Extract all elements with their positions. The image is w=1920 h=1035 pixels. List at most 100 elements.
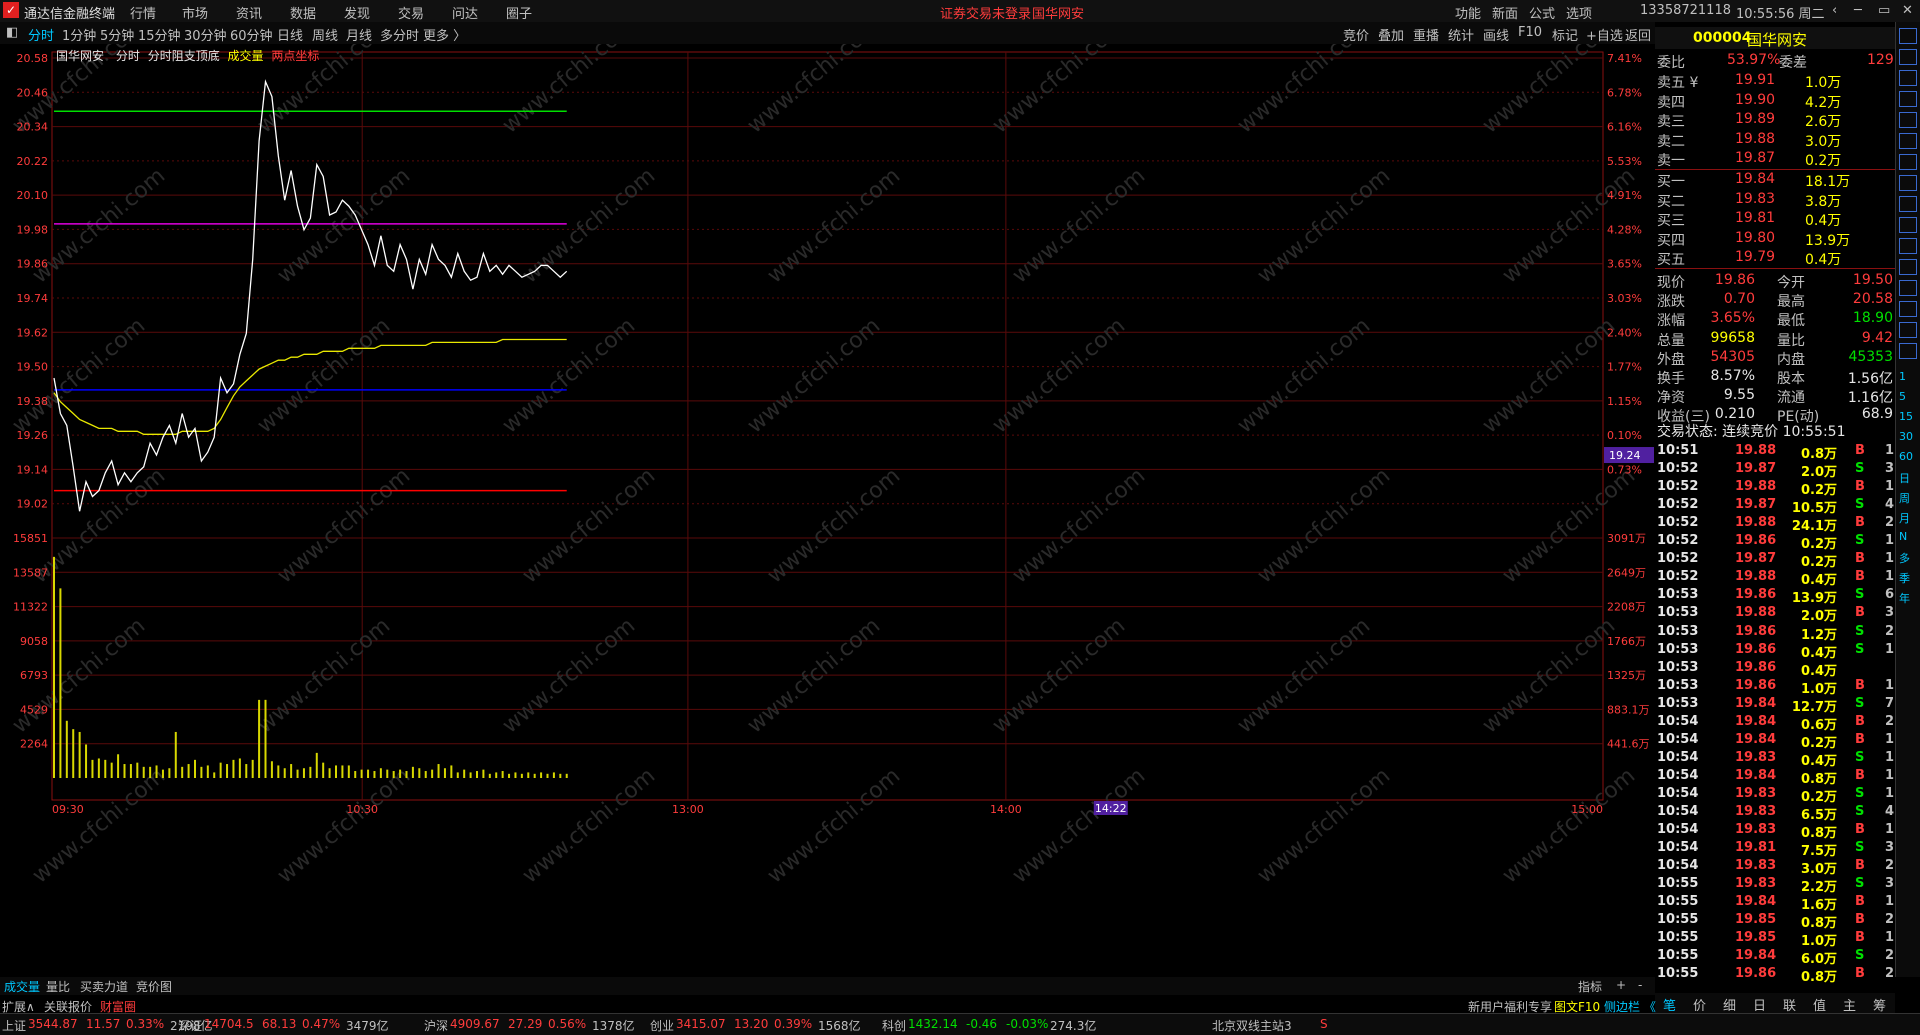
caifu-button[interactable]: 财富圈 xyxy=(100,998,136,1015)
menu-shichang[interactable]: 市场 xyxy=(182,3,208,22)
panel-tab[interactable]: 笔 xyxy=(1663,995,1676,1014)
tool-f10[interactable]: F10 xyxy=(1518,25,1542,40)
period-day[interactable]: 日线 xyxy=(277,25,303,44)
index-name[interactable]: 上证 xyxy=(2,1017,26,1034)
arrow-up-icon[interactable] xyxy=(1899,28,1917,44)
period-1min[interactable]: 1分钟 xyxy=(62,25,96,44)
list-icon[interactable] xyxy=(1899,91,1917,107)
index-name[interactable]: 创业 xyxy=(650,1017,674,1034)
menu-banmian[interactable]: 新面 xyxy=(1492,3,1518,22)
period-shortcut[interactable]: 日 xyxy=(1899,470,1910,486)
period-shortcut[interactable]: 月 xyxy=(1899,510,1910,526)
period-shortcut[interactable]: 季 xyxy=(1899,570,1910,586)
kline-icon[interactable] xyxy=(1899,301,1917,317)
menu-gongshi[interactable]: 公式 xyxy=(1529,3,1555,22)
period-60min[interactable]: 60分钟 xyxy=(230,25,273,44)
index-name[interactable]: 科创 xyxy=(882,1017,906,1034)
tool-chongbo[interactable]: 重播 xyxy=(1413,25,1439,44)
period-shortcut[interactable]: 5 xyxy=(1899,390,1906,403)
f10-button[interactable]: 图文F10 xyxy=(1554,998,1600,1015)
sidebar-toggle[interactable]: 侧边栏 《 xyxy=(1604,998,1656,1015)
bar-icon[interactable] xyxy=(1899,133,1917,149)
indicator-button[interactable]: 指标 xyxy=(1578,978,1602,995)
chart-icon[interactable] xyxy=(1899,112,1917,128)
back-icon[interactable]: ‹ xyxy=(1832,3,1837,18)
server-name[interactable]: 北京双线主站3 xyxy=(1212,1017,1292,1034)
panel-tab[interactable]: 值 xyxy=(1813,995,1826,1014)
panel-tab[interactable]: 主 xyxy=(1843,995,1856,1014)
tool-tongji[interactable]: 统计 xyxy=(1448,25,1474,44)
intraday-chart[interactable]: www.cfchi.com www.cfchi.com www.cfchi.com w… xyxy=(0,44,1655,976)
minimize-icon[interactable]: ─ xyxy=(1854,3,1862,18)
close-icon[interactable]: ✕ xyxy=(1902,3,1913,18)
tab-jingjia[interactable]: 竞价图 xyxy=(136,978,172,995)
period-shortcut[interactable]: 年 xyxy=(1899,590,1910,606)
tool-biaoji[interactable]: 标记 xyxy=(1552,25,1578,44)
line-icon[interactable] xyxy=(1899,280,1917,296)
panel-tab[interactable]: 细 xyxy=(1723,995,1736,1014)
period-multi[interactable]: 多分时 xyxy=(380,25,419,44)
chart-tab-fenshi[interactable]: 分时 xyxy=(116,49,140,63)
collapse-icon[interactable]: ◧ xyxy=(6,25,18,40)
panel-tab[interactable]: 联 xyxy=(1783,995,1796,1014)
period-shortcut[interactable]: 15 xyxy=(1899,410,1913,423)
period-more[interactable]: 更多 〉 xyxy=(423,25,466,44)
period-15min[interactable]: 15分钟 xyxy=(138,25,181,44)
tool-fanhui[interactable]: 返回 xyxy=(1625,25,1651,44)
chart-tab-zhizhi[interactable]: 分时阻支顶底 xyxy=(148,49,220,63)
zoom-in-button[interactable]: + xyxy=(1616,978,1626,992)
menu-zixun[interactable]: 资讯 xyxy=(236,3,262,22)
menu-shuju[interactable]: 数据 xyxy=(290,3,316,22)
zoom-out-button[interactable]: - xyxy=(1638,978,1642,992)
login-status[interactable]: 证券交易未登录 xyxy=(940,3,1031,22)
period-shortcut[interactable]: 1 xyxy=(1899,370,1906,383)
period-shortcut[interactable]: 周 xyxy=(1899,490,1910,506)
menu-gongneng[interactable]: 功能 xyxy=(1455,3,1481,22)
arrow-down-icon[interactable] xyxy=(1899,49,1917,65)
expand-button[interactable]: 扩展∧ xyxy=(2,998,35,1015)
period-shortcut[interactable]: N xyxy=(1899,530,1907,543)
table-icon[interactable] xyxy=(1899,154,1917,170)
tab-maimai[interactable]: 买卖力道 xyxy=(80,978,128,995)
index-name[interactable]: 深证 xyxy=(178,1017,202,1034)
tab-volume[interactable]: 成交量 xyxy=(4,978,40,995)
panel-tab[interactable]: 价 xyxy=(1693,995,1706,1014)
chart-tab-liangdian[interactable]: 两点坐标 xyxy=(271,49,319,63)
news-icon[interactable] xyxy=(1899,259,1917,275)
f10-icon[interactable] xyxy=(1899,175,1917,191)
related-quote-button[interactable]: 关联报价 xyxy=(44,998,92,1015)
period-month[interactable]: 月线 xyxy=(346,25,372,44)
period-30min[interactable]: 30分钟 xyxy=(184,25,227,44)
tool-zixuan[interactable]: +自选 xyxy=(1586,25,1623,44)
panel-tab[interactable]: 日 xyxy=(1753,995,1766,1014)
period-shortcut[interactable]: 多 xyxy=(1899,550,1910,566)
tick-price: 19.84 xyxy=(1735,713,1777,729)
index-name[interactable]: 沪深 xyxy=(424,1017,448,1034)
menu-hangqing[interactable]: 行情 xyxy=(130,3,156,22)
period-fenshi[interactable]: 分时 xyxy=(28,25,54,44)
tab-liangbi[interactable]: 量比 xyxy=(46,978,70,995)
doc-icon[interactable] xyxy=(1899,238,1917,254)
pct-icon[interactable] xyxy=(1899,322,1917,338)
menu-wenda[interactable]: 问达 xyxy=(452,3,478,22)
panel-tab[interactable]: 筹 xyxy=(1873,995,1886,1014)
menu-quanzi[interactable]: 圈子 xyxy=(506,3,532,22)
info-icon[interactable] xyxy=(1899,196,1917,212)
tool-diejia[interactable]: 叠加 xyxy=(1378,25,1404,44)
menu-xuanxiang[interactable]: 选项 xyxy=(1566,3,1592,22)
menu-faxian[interactable]: 发现 xyxy=(344,3,370,22)
period-shortcut[interactable]: 60 xyxy=(1899,450,1913,463)
chart-tab-volume[interactable]: 成交量 xyxy=(228,49,264,63)
tool-huaxian[interactable]: 画线 xyxy=(1483,25,1509,44)
menu-jiaoyi[interactable]: 交易 xyxy=(398,3,424,22)
input-method-icon[interactable]: S xyxy=(1320,1017,1328,1031)
pen-icon[interactable] xyxy=(1899,343,1917,359)
maximize-icon[interactable]: ▭ xyxy=(1878,3,1890,18)
period-week[interactable]: 周线 xyxy=(312,25,338,44)
news-banner[interactable]: 新用户福利专享 xyxy=(1468,998,1552,1015)
period-5min[interactable]: 5分钟 xyxy=(100,25,134,44)
grid-icon[interactable] xyxy=(1899,70,1917,86)
tool-jingjia[interactable]: 竞价 xyxy=(1343,25,1369,44)
star-icon[interactable] xyxy=(1899,217,1917,233)
period-shortcut[interactable]: 30 xyxy=(1899,430,1913,443)
